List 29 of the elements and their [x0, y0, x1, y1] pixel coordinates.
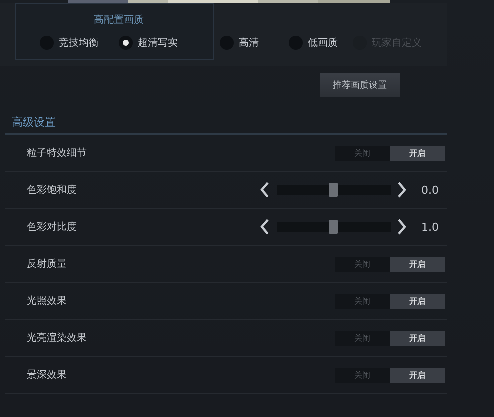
on-option[interactable]: 开启 — [390, 294, 445, 308]
setting-label: 光照效果 — [26, 294, 68, 308]
recommend-button[interactable]: 推荐画质设置 — [320, 73, 400, 97]
on-option[interactable]: 开启 — [390, 256, 445, 272]
slider-track[interactable] — [277, 185, 391, 195]
setting-label: 反射质量 — [26, 258, 68, 271]
decrease-icon[interactable] — [260, 182, 270, 198]
preset-option[interactable]: 超清写实 — [119, 36, 220, 50]
decrease-icon[interactable] — [260, 219, 270, 235]
setting-label: 色彩对比度 — [26, 220, 78, 234]
value-reading: 0.0 — [420, 184, 439, 196]
setting-label: 粒子特效细节 — [26, 146, 88, 160]
slider-track[interactable] — [277, 222, 391, 232]
preset-option[interactable]: 高清 — [220, 36, 289, 50]
preset-option[interactable]: 低画质 — [289, 36, 353, 50]
increase-icon[interactable] — [397, 219, 407, 235]
setting-label: 色彩饱和度 — [26, 184, 78, 197]
increase-icon[interactable] — [397, 182, 407, 198]
on-option[interactable]: 开启 — [390, 146, 445, 160]
on-option[interactable]: 开启 — [390, 368, 445, 382]
value-reading: 1.0 — [420, 220, 439, 234]
group-title: 高配置画质 — [94, 14, 144, 27]
on-option[interactable]: 开启 — [390, 330, 445, 346]
setting-label: 景深效果 — [26, 368, 68, 382]
preset-option[interactable]: 竞技均衡 — [40, 36, 119, 50]
slider-thumb[interactable] — [329, 183, 338, 197]
setting-label: 光亮渲染效果 — [26, 332, 88, 345]
slider-thumb[interactable] — [329, 220, 338, 234]
section-title: 高级设置 — [5, 112, 447, 135]
